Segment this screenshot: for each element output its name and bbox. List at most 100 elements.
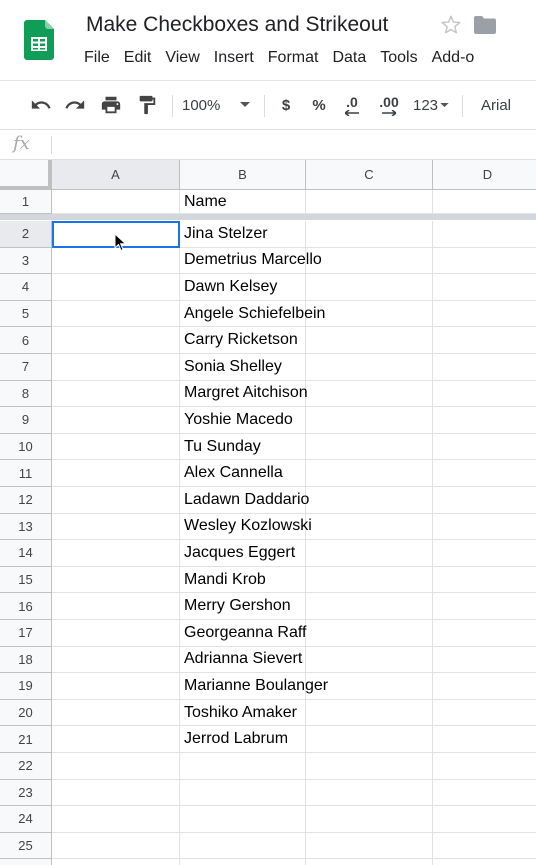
row-header-24[interactable]: 24	[0, 806, 52, 833]
cell-d5[interactable]	[433, 301, 536, 328]
cell-b21[interactable]: Jerrod Labrum	[180, 726, 306, 753]
row-header-25[interactable]: 25	[0, 832, 52, 860]
redo-button[interactable]	[60, 81, 90, 129]
cell-c17[interactable]	[306, 620, 433, 647]
cell-a6[interactable]	[52, 327, 180, 354]
cell-c1[interactable]	[306, 190, 433, 214]
cell-d6[interactable]	[433, 327, 536, 354]
cell-c12[interactable]	[306, 487, 433, 514]
row-header-3[interactable]: 3	[0, 247, 52, 275]
cell-d22[interactable]	[433, 753, 536, 780]
cell-c21[interactable]	[306, 726, 433, 753]
paint-format-button[interactable]	[132, 81, 162, 129]
cell-d10[interactable]	[433, 434, 536, 461]
row-header-13[interactable]: 13	[0, 513, 52, 541]
cell-a10[interactable]	[52, 433, 180, 461]
cell-d20[interactable]	[433, 700, 536, 727]
cell-b9[interactable]: Yoshie Macedo	[180, 407, 306, 434]
row-header-22[interactable]: 22	[0, 753, 52, 780]
cell-a21[interactable]	[52, 726, 180, 753]
sheets-logo-icon[interactable]	[24, 20, 54, 60]
column-header-b[interactable]: B	[180, 160, 306, 190]
cell-d19[interactable]	[433, 673, 536, 700]
row-header-5[interactable]: 5	[0, 300, 52, 328]
cell-b14[interactable]: Jacques Eggert	[180, 540, 306, 567]
cell-b4[interactable]: Dawn Kelsey	[180, 274, 306, 301]
cell-c18[interactable]	[306, 646, 433, 674]
row-header-9[interactable]: 9	[0, 407, 52, 434]
font-select[interactable]: Arial	[472, 81, 536, 129]
row-header-17[interactable]: 17	[0, 620, 52, 647]
cell-d2[interactable]	[433, 221, 536, 248]
cell-c20[interactable]	[306, 699, 433, 727]
cell-b19[interactable]: Marianne Boulanger	[180, 673, 328, 700]
cell-b16[interactable]: Merry Gershon	[180, 593, 306, 620]
more-formats-button[interactable]: 123	[410, 81, 452, 129]
cell-c13[interactable]	[306, 513, 433, 541]
menu-edit[interactable]: Edit	[124, 49, 152, 67]
row-header-18[interactable]: 18	[0, 646, 52, 674]
cell-c3[interactable]	[306, 247, 433, 275]
cell-d23[interactable]	[433, 780, 536, 807]
cell-a7[interactable]	[52, 354, 180, 381]
cell-a1[interactable]	[52, 190, 180, 214]
cell-c22[interactable]	[306, 753, 433, 780]
cell-a3[interactable]	[52, 247, 180, 275]
cell-a9[interactable]	[52, 407, 180, 434]
folder-icon[interactable]	[474, 16, 496, 34]
row-header-8[interactable]: 8	[0, 380, 52, 408]
cell-c2[interactable]	[306, 221, 433, 248]
column-header-d[interactable]: D	[433, 160, 536, 190]
menu-insert[interactable]: Insert	[214, 49, 254, 67]
cell-d17[interactable]	[433, 620, 536, 647]
row-header-6[interactable]: 6	[0, 327, 52, 354]
undo-button[interactable]	[26, 81, 56, 129]
cell-c7[interactable]	[306, 354, 433, 381]
cell-b7[interactable]: Sonia Shelley	[180, 354, 306, 381]
cell-b3[interactable]: Demetrius Marcello	[180, 247, 322, 275]
menu-data[interactable]: Data	[332, 49, 366, 67]
cell-b10[interactable]: Tu Sunday	[180, 433, 306, 461]
cell-b24[interactable]	[180, 806, 306, 833]
cell-a23[interactable]	[52, 779, 180, 807]
cell-c10[interactable]	[306, 433, 433, 461]
cell-b12[interactable]: Ladawn Daddario	[180, 487, 309, 514]
zoom-select[interactable]: 100%	[182, 81, 256, 129]
cell-b26[interactable]	[180, 859, 306, 865]
cell-a15[interactable]	[52, 566, 180, 594]
currency-format-button[interactable]: $	[274, 81, 298, 129]
cell-a14[interactable]	[52, 540, 180, 567]
cell-b5[interactable]: Angele Schiefelbein	[180, 300, 325, 328]
cell-d3[interactable]	[433, 248, 536, 275]
cell-a18[interactable]	[52, 646, 180, 674]
select-all-corner[interactable]	[0, 160, 52, 190]
cell-d8[interactable]	[433, 381, 536, 408]
cell-a25[interactable]	[52, 832, 180, 860]
cell-a5[interactable]	[52, 300, 180, 328]
cell-b2[interactable]: Jina Stelzer	[180, 221, 306, 248]
cell-b8[interactable]: Margret Aitchison	[180, 380, 308, 408]
row-header-2[interactable]: 2	[0, 221, 52, 248]
row-header-15[interactable]: 15	[0, 566, 52, 594]
cell-d26[interactable]	[433, 859, 536, 865]
cell-b6[interactable]: Carry Ricketson	[180, 327, 306, 354]
row-header-16[interactable]: 16	[0, 593, 52, 620]
cell-b18[interactable]: Adrianna Sievert	[180, 646, 306, 674]
cell-a19[interactable]	[52, 673, 180, 700]
document-title[interactable]: Make Checkboxes and Strikeout	[86, 13, 388, 37]
cell-c15[interactable]	[306, 566, 433, 594]
cell-a12[interactable]	[52, 487, 180, 514]
menu-view[interactable]: View	[165, 49, 199, 67]
row-header-12[interactable]: 12	[0, 487, 52, 514]
cell-c5[interactable]	[306, 300, 433, 328]
row-header-23[interactable]: 23	[0, 779, 52, 807]
cell-a11[interactable]	[52, 460, 180, 487]
cell-a16[interactable]	[52, 593, 180, 620]
cell-c23[interactable]	[306, 779, 433, 807]
cell-a4[interactable]	[52, 274, 180, 301]
cell-c16[interactable]	[306, 593, 433, 620]
increase-decimal-button[interactable]: .00	[372, 81, 406, 129]
cell-a20[interactable]	[52, 699, 180, 727]
cell-b1[interactable]: Name	[180, 190, 306, 214]
menu-format[interactable]: Format	[268, 49, 319, 67]
